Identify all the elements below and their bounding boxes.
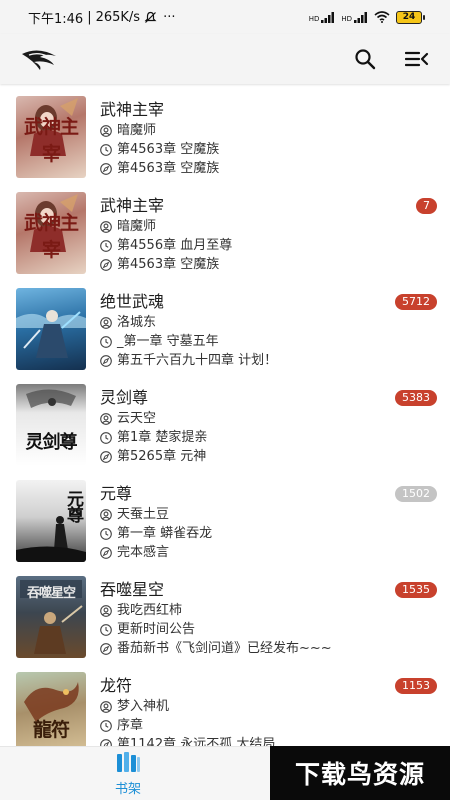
more-notifications: ··· — [163, 9, 176, 25]
unread-count-badge: 1502 — [395, 486, 437, 502]
latest-chapter: 第5265章 元神 — [117, 449, 207, 464]
last-read-chapter: 更新时间公告 — [117, 622, 196, 637]
clock-icon — [100, 623, 117, 636]
compass-icon — [100, 162, 117, 175]
compass-icon — [100, 354, 117, 367]
wifi-icon — [374, 11, 390, 23]
book-cover: 吞噬星空 — [16, 576, 86, 658]
compass-icon — [100, 258, 117, 271]
latest-chapter: 第1142章 永远不孤 大结局 — [117, 737, 276, 746]
nav-bookshelf-label: 书架 — [114, 782, 141, 797]
book-item[interactable]: 武神主宰 武神主宰 暗魔师 第4563章 空魔族 第4563章 空魔族 — [0, 84, 450, 180]
last-read-chapter: 第4563章 空魔族 — [117, 142, 220, 157]
book-author: 云天空 — [117, 411, 157, 426]
cover-title: 武神主宰 — [23, 212, 79, 261]
clock-icon — [100, 143, 117, 156]
bookshelf-icon — [114, 751, 142, 773]
app-logo-icon[interactable] — [20, 47, 60, 71]
book-item[interactable]: 元尊 元尊 天蚕土豆 第一章 蟒雀吞龙 完本感言 1502 — [0, 468, 450, 564]
book-item[interactable]: 龍符 龙符 梦入神机 序章 第1142章 永远不孤 大结局 1153 — [0, 660, 450, 746]
cover-title: 灵剑尊 — [25, 432, 78, 453]
latest-chapter: 番茄新书《飞剑问道》已经发布~~~ — [117, 641, 332, 656]
bookshelf-list[interactable]: 武神主宰 武神主宰 暗魔师 第4563章 空魔族 第4563章 空魔族 武神主宰… — [0, 84, 450, 746]
book-author: 天蚕土豆 — [117, 507, 170, 522]
author-icon — [100, 700, 117, 713]
battery-indicator: 24 — [396, 10, 425, 24]
book-author: 暗魔师 — [117, 219, 157, 234]
author-icon — [100, 316, 117, 329]
book-item[interactable]: 绝世武魂 洛城东 _第一章 守墓五年 第五千六百九十四章 计划！ 5712 — [0, 276, 450, 372]
signal-icon: HD — [309, 11, 336, 23]
book-cover: 龍符 — [16, 672, 86, 746]
cover-title: 武神主宰 — [23, 116, 79, 165]
book-item[interactable]: 武神主宰 武神主宰 暗魔师 第4556章 血月至尊 第4563章 空魔族 7 — [0, 180, 450, 276]
compass-icon — [100, 546, 117, 559]
book-author: 洛城东 — [117, 315, 157, 330]
status-bar: 下午1:46 | 265K/s ··· HD HD 24 — [0, 0, 450, 34]
unread-count-badge: 1535 — [395, 582, 437, 598]
book-author: 我吃西红柿 — [117, 603, 183, 618]
book-cover: 灵剑尊 — [16, 384, 86, 466]
latest-chapter: 第4563章 空魔族 — [117, 257, 220, 272]
mute-icon — [144, 11, 157, 24]
compass-icon — [100, 738, 117, 746]
last-read-chapter: _第一章 守墓五年 — [117, 334, 219, 349]
bottom-navigation: 书架 下载鸟资源 — [0, 746, 450, 800]
clock-icon — [100, 719, 117, 732]
status-speed: 265K/s — [95, 9, 141, 25]
signal-icon-2: HD — [341, 11, 368, 23]
clock-icon — [100, 239, 117, 252]
cover-title: 龍符 — [32, 719, 70, 741]
last-read-chapter: 第一章 蟒雀吞龙 — [117, 526, 213, 541]
last-read-chapter: 序章 — [117, 718, 144, 733]
author-icon — [100, 508, 117, 521]
app-bar — [0, 34, 450, 84]
author-icon — [100, 220, 117, 233]
compass-icon — [100, 642, 117, 655]
book-title: 武神主宰 — [100, 100, 165, 119]
latest-chapter: 第五千六百九十四章 计划！ — [117, 353, 278, 368]
cover-title: 元尊 — [63, 490, 83, 522]
last-read-chapter: 第1章 楚家提亲 — [117, 430, 208, 445]
book-cover: 元尊 — [16, 480, 86, 562]
book-cover — [16, 288, 86, 370]
cover-title: 吞噬星空 — [26, 586, 76, 601]
unread-count-badge: 7 — [416, 198, 437, 214]
book-author: 梦入神机 — [117, 699, 170, 714]
clock-icon — [100, 335, 117, 348]
latest-chapter: 完本感言 — [117, 545, 170, 560]
author-icon — [100, 124, 117, 137]
unread-count-badge: 5383 — [395, 390, 437, 406]
clock-icon — [100, 431, 117, 444]
watermark-logo: 下载鸟资源 — [270, 746, 450, 800]
nav-bookshelf[interactable]: 书架 — [98, 751, 158, 797]
clock-icon — [100, 527, 117, 540]
book-cover: 武神主宰 — [16, 96, 86, 178]
author-icon — [100, 412, 117, 425]
status-time: 下午1:46 — [28, 11, 84, 27]
last-read-chapter: 第4556章 血月至尊 — [117, 238, 233, 253]
book-author: 暗魔师 — [117, 123, 157, 138]
search-icon[interactable] — [352, 46, 378, 72]
book-cover: 武神主宰 — [16, 192, 86, 274]
latest-chapter: 第4563章 空魔族 — [117, 161, 220, 176]
book-title: 武神主宰 — [100, 196, 165, 215]
sort-menu-icon[interactable] — [404, 46, 430, 72]
author-icon — [100, 604, 117, 617]
unread-count-badge: 1153 — [395, 678, 437, 694]
unread-count-badge: 5712 — [395, 294, 437, 310]
compass-icon — [100, 450, 117, 463]
book-item[interactable]: 灵剑尊 灵剑尊 云天空 第1章 楚家提亲 第5265章 元神 5383 — [0, 372, 450, 468]
book-item[interactable]: 吞噬星空 吞噬星空 我吃西红柿 更新时间公告 番茄新书《飞剑问道》已经发布~~~… — [0, 564, 450, 660]
